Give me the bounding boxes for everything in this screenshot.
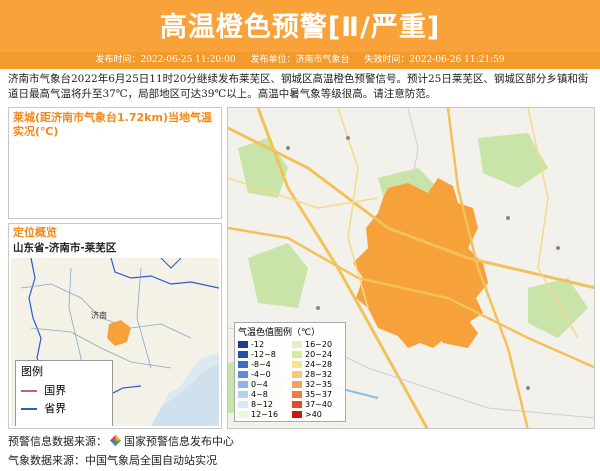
temperature-legend-label: 20~24 (305, 350, 333, 359)
warning-description: 济南市气象台2022年6月25日11时20分继续发布莱芜区、钢城区高温橙色预警信… (8, 73, 589, 100)
meta-bar: 发布时间：2022-06-25 11:20:00 发布单位：济南市气象台 失效时… (0, 52, 600, 69)
temperature-legend-swatch (292, 381, 302, 388)
temperature-panel: 莱城(距济南市气象台1.72km)当地气温实况(℃) (8, 107, 222, 219)
header-banner: 高温橙色预警[Ⅱ/严重] (0, 0, 600, 52)
temperature-legend-item: -12~8 (238, 350, 288, 359)
temperature-legend-label: 12~16 (251, 410, 279, 419)
map-legend: 图例 国界 省界 (15, 360, 113, 426)
temperature-legend-swatch (238, 351, 248, 358)
temperature-legend-swatch (292, 401, 302, 408)
location-panel-title: 定位概览 (13, 226, 57, 239)
temperature-legend-swatch (238, 371, 248, 378)
warning-title: 高温橙色预警[Ⅱ/严重] (159, 12, 441, 43)
temperature-legend-title: 气温色值图例（℃） (238, 328, 321, 338)
temperature-legend-label: -12 (251, 340, 265, 349)
temperature-legend-item: 4~8 (238, 390, 288, 399)
temperature-legend-swatch (292, 391, 302, 398)
temperature-legend-label: 4~8 (251, 390, 268, 399)
temperature-panel-title: 莱城(距济南市气象台1.72km)当地气温实况(℃) (13, 111, 212, 138)
temperature-legend-item: >40 (292, 410, 342, 419)
temperature-legend-label: -8~4 (251, 360, 271, 369)
temperature-legend-grid: -12 16~20 -12~8 20~24 -8~4 24~28 -4~0 28~32 0~4 3… (238, 340, 342, 419)
temperature-legend-swatch (292, 351, 302, 358)
legend-item-national-border: 国界 (16, 381, 112, 399)
temperature-legend-item: 32~35 (292, 380, 342, 389)
location-panel: 定位概览 山东省-济南市-莱芜区 济南 图例 国界 省界 (8, 223, 222, 429)
warning-source-name: 国家预警信息发布中心 (124, 435, 234, 448)
temperature-legend-label: -12~8 (251, 350, 276, 359)
temperature-legend-item: 37~40 (292, 400, 342, 409)
temperature-legend-label: -4~0 (251, 370, 271, 379)
temperature-legend-swatch (292, 361, 302, 368)
temperature-legend-item: -4~0 (238, 370, 288, 379)
temperature-legend-label: 24~28 (305, 360, 333, 369)
warning-source-label: 预警信息数据来源： (8, 435, 107, 448)
issuer: 发布单位：济南市气象台 (250, 55, 350, 65)
expire-time: 失效时间：2022-06-26 11:21:59 (364, 55, 505, 65)
temperature-legend-swatch (238, 341, 248, 348)
temperature-legend-label: 8~12 (251, 400, 273, 409)
temperature-legend-swatch (238, 381, 248, 388)
temperature-legend-item: 16~20 (292, 340, 342, 349)
temperature-legend-swatch (292, 341, 302, 348)
warning-area-map[interactable]: 气温色值图例（℃） -12 16~20 -12~8 20~24 -8~4 24~28 -4~… (227, 107, 595, 429)
legend-item-province-border: 省界 (16, 399, 112, 417)
overview-map[interactable]: 济南 图例 国界 省界 (11, 258, 219, 426)
temperature-legend-label: 28~32 (305, 370, 333, 379)
temperature-legend-item: 20~24 (292, 350, 342, 359)
temperature-legend-swatch (238, 401, 248, 408)
temperature-legend-item: -12 (238, 340, 288, 349)
temperature-legend-swatch (292, 411, 302, 418)
temperature-legend-item: -8~4 (238, 360, 288, 369)
temperature-legend-item: 8~12 (238, 400, 288, 409)
temperature-legend-label: >40 (305, 410, 322, 419)
map-legend-title: 图例 (21, 365, 43, 378)
map-city-label: 济南 (91, 311, 107, 320)
temperature-legend-item: 0~4 (238, 380, 288, 389)
location-path: 山东省-济南市-莱芜区 (13, 242, 117, 254)
issue-time: 发布时间：2022-06-25 11:20:00 (95, 55, 236, 65)
temperature-legend-item: 35~37 (292, 390, 342, 399)
temperature-legend-item: 24~28 (292, 360, 342, 369)
temperature-legend-swatch (238, 391, 248, 398)
province-border-swatch (21, 408, 37, 410)
national-border-swatch (21, 390, 37, 392)
temperature-legend: 气温色值图例（℃） -12 16~20 -12~8 20~24 -8~4 24~28 -4~… (234, 322, 346, 422)
temperature-legend-label: 0~4 (251, 380, 268, 389)
temperature-legend-item: 28~32 (292, 370, 342, 379)
temperature-legend-label: 37~40 (305, 400, 333, 409)
temperature-legend-swatch (292, 371, 302, 378)
temperature-legend-swatch (238, 411, 248, 418)
weather-source-line: 气象数据来源：中国气象局全国自动站实况 (8, 454, 217, 467)
temperature-legend-item: 12~16 (238, 410, 288, 419)
temperature-legend-label: 16~20 (305, 340, 333, 349)
temperature-legend-swatch (238, 361, 248, 368)
warning-source-line: 预警信息数据来源： 国家预警信息发布中心 (8, 433, 234, 449)
temperature-legend-label: 35~37 (305, 390, 333, 399)
warning-center-logo-icon (110, 435, 121, 446)
temperature-legend-label: 32~35 (305, 380, 333, 389)
